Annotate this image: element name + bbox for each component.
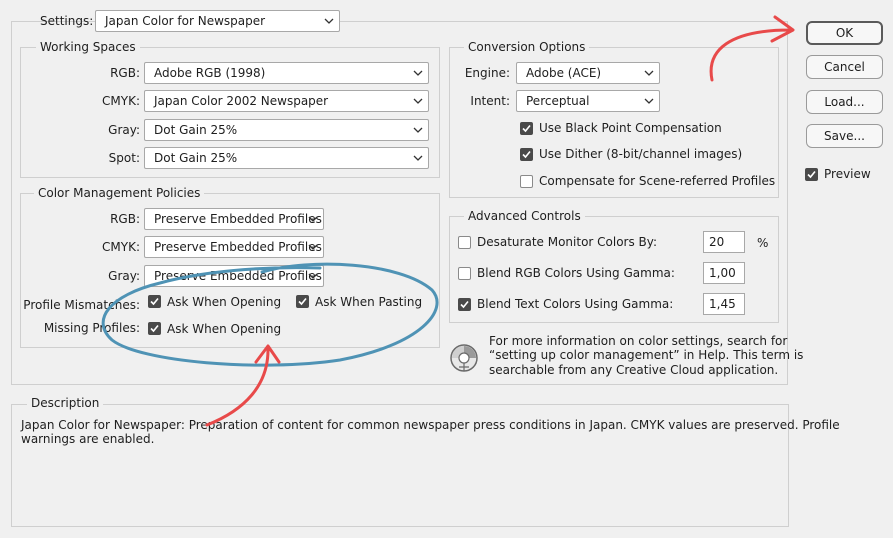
chevron-down-icon bbox=[413, 70, 423, 76]
ws-spot-value: Dot Gain 25% bbox=[154, 151, 238, 165]
pol-gray-value: Preserve Embedded Profiles bbox=[154, 269, 322, 283]
conversion-title: Conversion Options bbox=[464, 40, 590, 54]
desaturate-checkbox[interactable] bbox=[458, 236, 471, 249]
settings-label: Settings: bbox=[40, 14, 94, 28]
engine-select[interactable]: Adobe (ACE) bbox=[516, 62, 660, 84]
ws-rgb-label: RGB: bbox=[110, 66, 140, 80]
pol-gray-label: Gray: bbox=[108, 269, 140, 283]
chevron-down-icon bbox=[644, 70, 654, 76]
desaturate-input[interactable]: 20 bbox=[703, 231, 745, 253]
black-point-label: Use Black Point Compensation bbox=[539, 121, 722, 135]
cancel-button[interactable]: Cancel bbox=[806, 55, 883, 79]
ws-gray-value: Dot Gain 25% bbox=[154, 123, 238, 137]
ok-button[interactable]: OK bbox=[806, 21, 883, 45]
pol-cmyk-select[interactable]: Preserve Embedded Profiles bbox=[144, 236, 324, 258]
info-text-line2: “setting up color management” in Help. T… bbox=[489, 348, 804, 362]
pol-rgb-select[interactable]: Preserve Embedded Profiles bbox=[144, 208, 324, 230]
pol-rgb-value: Preserve Embedded Profiles bbox=[154, 212, 322, 226]
info-text-line3: searchable from any Creative Cloud appli… bbox=[489, 363, 779, 377]
dither-checkbox[interactable] bbox=[520, 148, 533, 161]
blend-rgb-label: Blend RGB Colors Using Gamma: bbox=[477, 266, 675, 280]
mismatch-pasting-checkbox[interactable] bbox=[296, 295, 309, 308]
description-title: Description bbox=[27, 396, 104, 410]
checkmark-icon bbox=[522, 150, 531, 159]
chevron-down-icon bbox=[413, 127, 423, 133]
black-point-checkbox[interactable] bbox=[520, 122, 533, 135]
checkmark-icon bbox=[522, 124, 531, 133]
description-line1: Japan Color for Newspaper: Preparation o… bbox=[21, 418, 840, 432]
chevron-down-icon bbox=[644, 98, 654, 104]
mismatch-pasting-label: Ask When Pasting bbox=[315, 295, 423, 309]
intent-select[interactable]: Perceptual bbox=[516, 90, 660, 112]
blend-text-input[interactable]: 1,45 bbox=[703, 293, 745, 315]
chevron-down-icon bbox=[413, 98, 423, 104]
missing-opening-checkbox[interactable] bbox=[148, 322, 161, 335]
ws-cmyk-select[interactable]: Japan Color 2002 Newspaper bbox=[144, 90, 429, 112]
advanced-title: Advanced Controls bbox=[464, 209, 585, 223]
checkmark-icon bbox=[460, 300, 469, 309]
ws-gray-label: Gray: bbox=[108, 123, 140, 137]
ws-rgb-value: Adobe RGB (1998) bbox=[154, 66, 266, 80]
checkmark-icon bbox=[150, 324, 159, 333]
mismatch-opening-label: Ask When Opening bbox=[167, 295, 282, 309]
mismatch-opening-checkbox[interactable] bbox=[148, 295, 161, 308]
dither-label: Use Dither (8-bit/channel images) bbox=[539, 147, 743, 161]
blend-rgb-input[interactable]: 1,00 bbox=[703, 262, 745, 284]
chevron-down-icon bbox=[308, 244, 318, 250]
ws-cmyk-value: Japan Color 2002 Newspaper bbox=[154, 94, 329, 108]
profile-mismatches-label: Profile Mismatches: bbox=[23, 298, 140, 312]
pol-gray-select[interactable]: Preserve Embedded Profiles bbox=[144, 265, 324, 287]
policies-title: Color Management Policies bbox=[34, 186, 205, 200]
desaturate-unit: % bbox=[757, 236, 769, 250]
preview-checkbox[interactable] bbox=[805, 168, 818, 181]
settings-value: Japan Color for Newspaper bbox=[105, 14, 266, 28]
blend-text-checkbox[interactable] bbox=[458, 298, 471, 311]
info-text-line1: For more information on color settings, … bbox=[489, 334, 788, 348]
checkmark-icon bbox=[150, 297, 159, 306]
engine-value: Adobe (ACE) bbox=[526, 66, 602, 80]
blend-rgb-checkbox[interactable] bbox=[458, 267, 471, 280]
save-button[interactable]: Save... bbox=[806, 124, 883, 148]
description-line2: warnings are enabled. bbox=[21, 432, 155, 446]
blend-text-label: Blend Text Colors Using Gamma: bbox=[477, 297, 674, 311]
engine-label: Engine: bbox=[464, 66, 510, 80]
ws-gray-select[interactable]: Dot Gain 25% bbox=[144, 119, 429, 141]
pol-cmyk-value: Preserve Embedded Profiles bbox=[154, 240, 322, 254]
settings-select[interactable]: Japan Color for Newspaper bbox=[95, 10, 340, 32]
intent-label: Intent: bbox=[470, 94, 510, 108]
desaturate-label: Desaturate Monitor Colors By: bbox=[477, 235, 658, 249]
missing-opening-label: Ask When Opening bbox=[167, 322, 282, 336]
ws-spot-select[interactable]: Dot Gain 25% bbox=[144, 147, 429, 169]
pol-rgb-label: RGB: bbox=[110, 212, 140, 226]
color-settings-info-icon bbox=[450, 344, 478, 372]
chevron-down-icon bbox=[308, 216, 318, 222]
intent-value: Perceptual bbox=[526, 94, 590, 108]
load-button[interactable]: Load... bbox=[806, 90, 883, 114]
chevron-down-icon bbox=[308, 273, 318, 279]
checkmark-icon bbox=[298, 297, 307, 306]
scene-referred-checkbox[interactable] bbox=[520, 175, 533, 188]
scene-referred-label: Compensate for Scene-referred Profiles bbox=[539, 174, 776, 188]
ws-spot-label: Spot: bbox=[108, 151, 140, 165]
ws-rgb-select[interactable]: Adobe RGB (1998) bbox=[144, 62, 429, 84]
chevron-down-icon bbox=[413, 155, 423, 161]
pol-cmyk-label: CMYK: bbox=[102, 240, 140, 254]
preview-label: Preview bbox=[824, 167, 871, 181]
ws-cmyk-label: CMYK: bbox=[102, 94, 140, 108]
working-spaces-title: Working Spaces bbox=[36, 40, 140, 54]
checkmark-icon bbox=[807, 170, 816, 179]
missing-profiles-label: Missing Profiles: bbox=[43, 321, 140, 335]
chevron-down-icon bbox=[324, 18, 334, 24]
